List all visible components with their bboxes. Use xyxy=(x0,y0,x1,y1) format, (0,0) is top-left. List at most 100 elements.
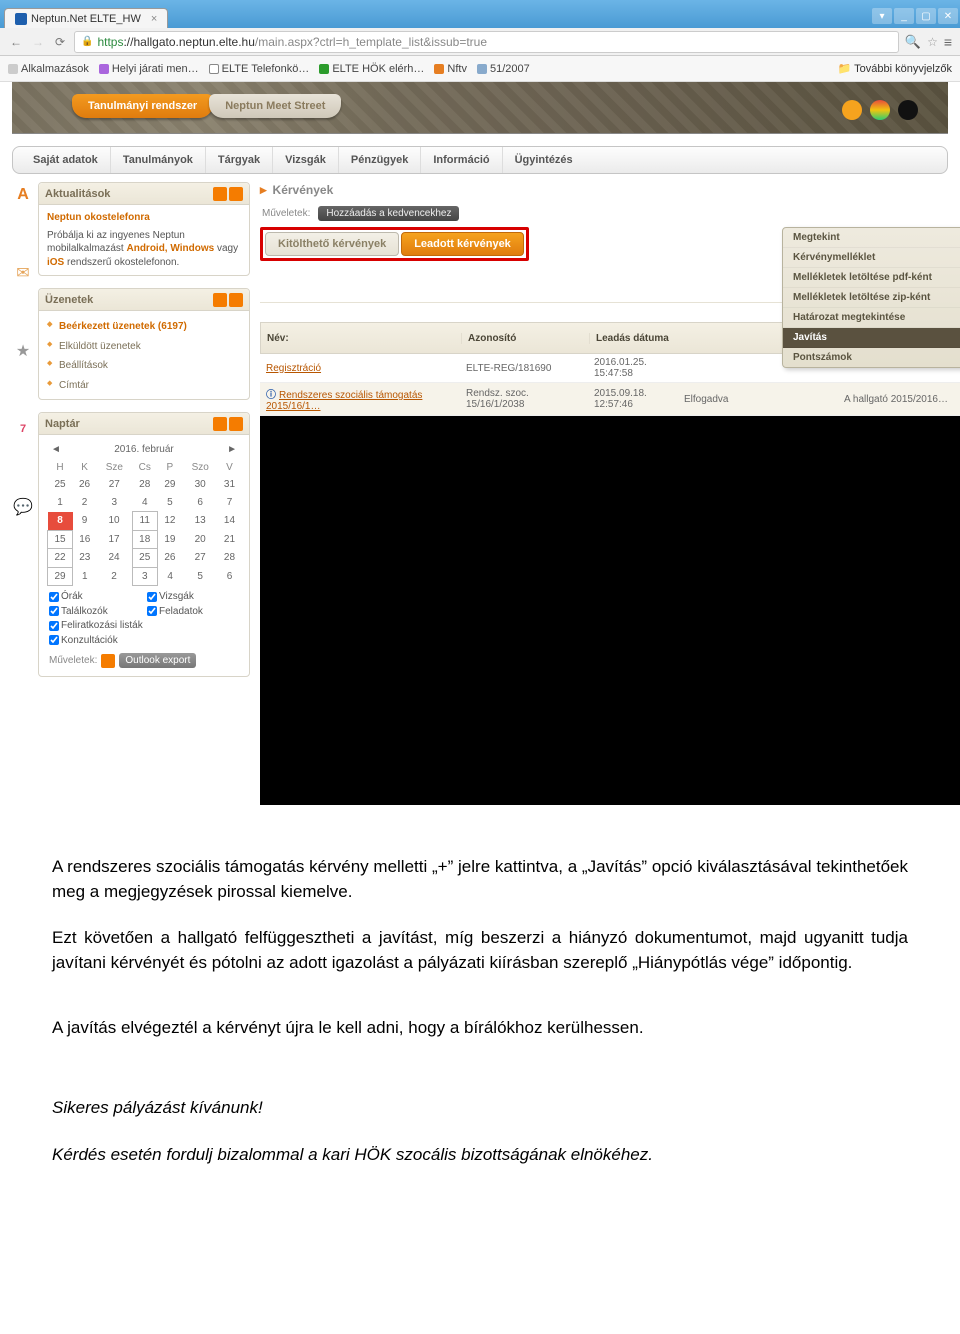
menu-item[interactable]: Vizsgák xyxy=(273,147,339,173)
menu-item[interactable]: Tárgyak xyxy=(206,147,273,173)
row-id: Rendsz. szoc. 15/16/1/2038 xyxy=(460,385,588,413)
sidebar-chat-icon[interactable]: 💬 xyxy=(12,496,34,518)
panel-close-icon[interactable] xyxy=(229,417,243,431)
main-menu: Saját adatok Tanulmányok Tárgyak Vizsgák… xyxy=(12,146,948,174)
bm-item[interactable]: Nftv xyxy=(434,63,467,75)
cal-next-icon[interactable]: ► xyxy=(227,443,237,457)
url-input[interactable]: 🔒 https://hallgato.neptun.elte.hu/main.a… xyxy=(74,31,899,53)
browser-tab[interactable]: Neptun.Net ELTE_HW × xyxy=(4,8,168,28)
row-name-link[interactable]: Regisztráció xyxy=(266,363,321,374)
bookmark-bar: Alkalmazások Helyi járati men… ELTE Tele… xyxy=(0,56,960,82)
bm-more[interactable]: 📁 További könyvjelzők xyxy=(838,62,952,75)
panel-action-icon[interactable] xyxy=(213,187,227,201)
cal-filter[interactable]: Feliratkozási listák xyxy=(49,619,241,633)
doc-p1: A rendszeres szociális támogatás kérvény… xyxy=(52,855,908,904)
sidebar-mail-icon[interactable]: ✉ xyxy=(12,262,34,284)
news-body: Próbálja ki az ingyenes Neptun mobilalka… xyxy=(47,229,241,270)
row-name-link[interactable]: Rendszeres szociális támogatás 2015/16/1… xyxy=(266,390,422,412)
cal-month: 2016. február xyxy=(114,443,174,457)
cal-filter[interactable]: Feladatok xyxy=(147,605,241,619)
panel-action-icon[interactable] xyxy=(213,293,227,307)
sidebar-cal-icon[interactable]: 7 xyxy=(12,418,34,440)
ctx-dlpdf[interactable]: Mellékletek letöltése pdf-ként xyxy=(783,268,960,288)
win-min-icon[interactable]: _ xyxy=(894,8,914,24)
cal-filter[interactable]: Találkozók xyxy=(49,605,143,619)
tab-highlight: Kitölthető kérvények Leadott kérvények xyxy=(260,227,529,261)
win-close-icon[interactable]: ✕ xyxy=(938,8,958,24)
menu-item[interactable]: Pénzügyek xyxy=(339,147,421,173)
cal-prev-icon[interactable]: ◄ xyxy=(51,443,61,457)
ctx-fix[interactable]: Javítás xyxy=(783,328,960,348)
ctx-decision[interactable]: Határozat megtekintése xyxy=(783,308,960,328)
browser-titlebar: Neptun.Net ELTE_HW × ▾ _ ▢ ✕ xyxy=(0,0,960,28)
toolbar-icon[interactable] xyxy=(842,100,862,120)
outlook-export-button[interactable]: Outlook export xyxy=(119,653,196,668)
panel-close-icon[interactable] xyxy=(229,187,243,201)
win-max-icon[interactable]: ▢ xyxy=(916,8,936,24)
tab-close-icon[interactable]: × xyxy=(151,13,157,25)
chevron-icon: ▸ xyxy=(260,182,267,198)
toolbar-icon[interactable] xyxy=(898,100,918,120)
neptun-banner: Tanulmányi rendszer Neptun Meet Street xyxy=(12,82,948,134)
document-text: A rendszeres szociális támogatás kérvény… xyxy=(0,805,960,1219)
msg-settings[interactable]: Beállítások xyxy=(47,356,245,376)
panel-messages: Üzenetek Beérkezett üzenetek (6197) Elkü… xyxy=(38,288,250,400)
bm-apps[interactable]: Alkalmazások xyxy=(8,63,89,75)
url-text: https://hallgato.neptun.elte.hu/main.asp… xyxy=(97,35,487,49)
bm-item[interactable]: ELTE HÖK elérh… xyxy=(319,63,424,75)
doc-p5: Kérdés esetén fordulj bizalommal a kari … xyxy=(52,1143,908,1168)
ctx-attach[interactable]: Kérvénymelléklet xyxy=(783,248,960,268)
add-favorite-button[interactable]: Hozzáadás a kedvencekhez xyxy=(318,206,459,221)
system-tab-meetstreet[interactable]: Neptun Meet Street xyxy=(209,94,341,118)
menu-item[interactable]: Ügyintézés xyxy=(503,147,585,173)
menu-item[interactable]: Saját adatok xyxy=(21,147,111,173)
zoom-icon[interactable]: 🔍 xyxy=(905,34,921,50)
star-icon[interactable]: ☆ xyxy=(927,35,938,49)
bm-item[interactable]: Helyi járati men… xyxy=(99,63,199,75)
ctx-dlzip[interactable]: Mellékletek letöltése zip-ként xyxy=(783,288,960,308)
msg-inbox[interactable]: Beérkezett üzenetek (6197) xyxy=(47,317,245,337)
lock-icon: 🔒 xyxy=(81,36,93,47)
toolbar-icon[interactable] xyxy=(870,100,890,120)
tab-fillable[interactable]: Kitölthető kérvények xyxy=(265,232,399,256)
table-row: ⓘRendszeres szociális támogatás 2015/16/… xyxy=(260,383,960,416)
calendar-grid[interactable]: HKSzeCsPSzoV 25262728293031 1234567 8910… xyxy=(47,459,241,587)
bm-item[interactable]: 51/2007 xyxy=(477,63,530,75)
cal-filter[interactable]: Órák xyxy=(49,590,143,604)
system-tab-study[interactable]: Tanulmányi rendszer xyxy=(72,94,213,118)
menu-item[interactable]: Tanulmányok xyxy=(111,147,206,173)
row-id: ELTE-REG/181690 xyxy=(460,360,588,377)
bm-item[interactable]: ELTE Telefonkö… xyxy=(209,63,310,75)
news-headline[interactable]: Neptun okostelefonra xyxy=(47,211,241,225)
doc-p3: A javítás elvégeztél a kérvényt újra le … xyxy=(52,1016,908,1041)
sidebar-star-icon[interactable]: ★ xyxy=(12,340,34,362)
menu-item[interactable]: Információ xyxy=(421,147,502,173)
panel-close-icon[interactable] xyxy=(229,293,243,307)
redacted-area xyxy=(260,415,960,805)
cal-ops-label: Műveletek: xyxy=(49,654,97,668)
tab-title: Neptun.Net ELTE_HW xyxy=(31,13,141,25)
context-menu: Megtekint Kérvénymelléklet Mellékletek l… xyxy=(782,227,960,368)
cal-refresh-icon[interactable] xyxy=(101,654,115,668)
panel-title: Naptár xyxy=(45,418,80,430)
ctx-points[interactable]: Pontszámok xyxy=(783,348,960,367)
forward-icon[interactable]: → xyxy=(30,34,46,50)
cal-filter[interactable]: Vizsgák xyxy=(147,590,241,604)
back-icon[interactable]: ← xyxy=(8,34,24,50)
msg-contacts[interactable]: Címtár xyxy=(47,376,245,396)
doc-p4: Sikeres pályázást kívánunk! xyxy=(52,1096,908,1121)
panel-action-icon[interactable] xyxy=(213,417,227,431)
tab-submitted[interactable]: Leadott kérvények xyxy=(401,232,524,256)
panel-calendar: Naptár ◄ 2016. február ► HKSzeCsPSzoV xyxy=(38,412,250,677)
reload-icon[interactable]: ⟳ xyxy=(52,34,68,50)
menu-icon[interactable]: ≡ xyxy=(944,34,952,50)
page-title: Kérvények xyxy=(273,183,334,197)
msg-sent[interactable]: Elküldött üzenetek xyxy=(47,337,245,357)
row-status: Elfogadva xyxy=(678,391,838,408)
cal-filter[interactable]: Konzultációk xyxy=(49,634,241,648)
sidebar-a-icon[interactable]: A xyxy=(12,184,34,206)
win-user-icon[interactable]: ▾ xyxy=(872,8,892,24)
ctx-view[interactable]: Megtekint xyxy=(783,228,960,248)
address-bar: ← → ⟳ 🔒 https://hallgato.neptun.elte.hu/… xyxy=(0,28,960,56)
ops-label: Műveletek: xyxy=(262,208,310,219)
